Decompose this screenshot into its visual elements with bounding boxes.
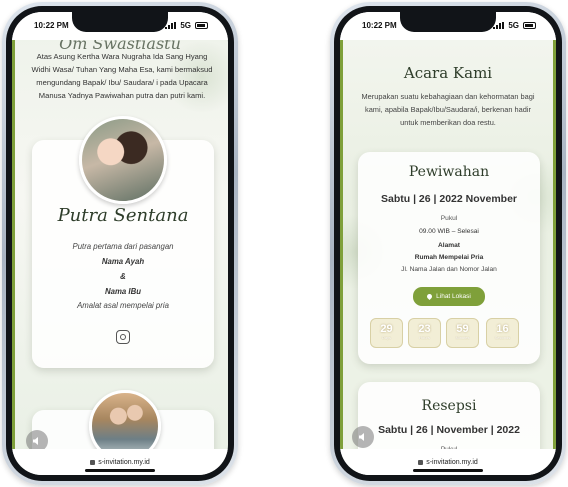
audio-toggle-button[interactable]: [352, 426, 374, 448]
countdown-value: 16: [496, 323, 509, 335]
network-label: 5G: [180, 21, 191, 30]
countdown-value: 59: [456, 323, 469, 335]
tabs-icon[interactable]: [276, 449, 286, 459]
groom-ampersand: &: [120, 272, 126, 281]
groom-photo: [79, 116, 167, 204]
countdown-unit: Seconds: [494, 335, 511, 340]
event-date: Sabtu | 26 | November | 2022: [378, 424, 520, 436]
battery-icon: [279, 22, 292, 29]
home-indicator: [413, 469, 483, 472]
reload-icon[interactable]: [276, 420, 286, 430]
event-venue: Rumah Mempelai Pria: [414, 254, 484, 261]
countdown-unit: Minutes: [455, 335, 470, 340]
phone-left: 10:22 PM 5G Om Swastiastu Atas Asung Ker…: [2, 2, 238, 485]
countdown-unit: Hours: [419, 335, 430, 340]
groom-name: Putra Sentana: [57, 205, 189, 226]
lock-icon: [418, 459, 424, 465]
event-time-label: Pukul: [440, 215, 458, 222]
event-street: Jl. Nama Jalan dan Nomor Jalan: [401, 266, 497, 273]
lock-icon: [90, 459, 96, 465]
network-label: 5G: [264, 21, 275, 30]
notch: [400, 12, 496, 32]
home-indicator: [85, 469, 155, 472]
phone-screen: 10:22 PM 5G Acara Kami Merupakan suatu k…: [340, 12, 556, 475]
phone-right: 10:22 PM 5G Acara Kami Merupakan suatu k…: [330, 2, 566, 485]
url-text: s-invitation.my.id: [426, 458, 478, 466]
accent-border-left: [12, 40, 15, 449]
status-time: 10:22 PM: [362, 21, 397, 30]
speaker-icon: [359, 433, 364, 441]
battery-icon: [523, 22, 536, 29]
signal-icon: [249, 22, 261, 29]
event-title: Resepsi: [421, 398, 477, 414]
countdown-unit: Days: [381, 335, 392, 340]
phone-screen: 10:22 PM 5G Om Swastiastu Atas Asung Ker…: [12, 12, 228, 475]
notch: [72, 12, 168, 32]
event-time: 09.00 WIB – Selesai: [419, 228, 479, 235]
event-address-label: Alamat: [438, 242, 460, 249]
speaker-icon: [33, 437, 38, 445]
section-title: Acara Kami: [403, 64, 493, 82]
view-location-button[interactable]: Lihat Lokasi: [413, 287, 485, 306]
countdown-minutes: 59 Minutes: [446, 318, 479, 348]
countdown-value: 29: [380, 323, 393, 335]
map-pin-icon: [426, 292, 434, 301]
groom-mother: Nama IBu: [105, 287, 141, 296]
groom-parent-intro: Putra pertama dari pasangan: [72, 242, 174, 251]
url-text: s-invitation.my.id: [98, 458, 150, 466]
countdown-days: 29 Days: [370, 318, 403, 348]
groom-father: Nama Ayah: [101, 257, 145, 266]
groom-origin: Amalat asal mempelai pria: [77, 301, 169, 310]
hero-caption: n Penulison: [238, 253, 275, 260]
intro-text: Atas Asung Kertha Wara Nugraha Ida Sang …: [31, 52, 213, 100]
countdown-value: 23: [418, 323, 431, 335]
battery-icon: [195, 22, 208, 29]
countdown-hours: 23 Hours: [408, 318, 441, 348]
instagram-icon[interactable]: [116, 330, 130, 344]
event-title: Pewiwahan: [408, 164, 490, 180]
status-time: 10:22 PM: [34, 21, 69, 30]
hero-title: ya: [242, 208, 263, 229]
event-date: Sabtu | 26 | 2022 November: [380, 193, 518, 205]
accent-border-right: [553, 40, 556, 449]
accent-border-left: [340, 40, 343, 449]
view-location-label: Lihat Lokasi: [436, 293, 471, 300]
network-label: 5G: [508, 21, 519, 30]
countdown-seconds: 16 Seconds: [486, 318, 519, 348]
section-description: Merupakan suatu kebahagiaan dan kehormat…: [361, 92, 535, 127]
